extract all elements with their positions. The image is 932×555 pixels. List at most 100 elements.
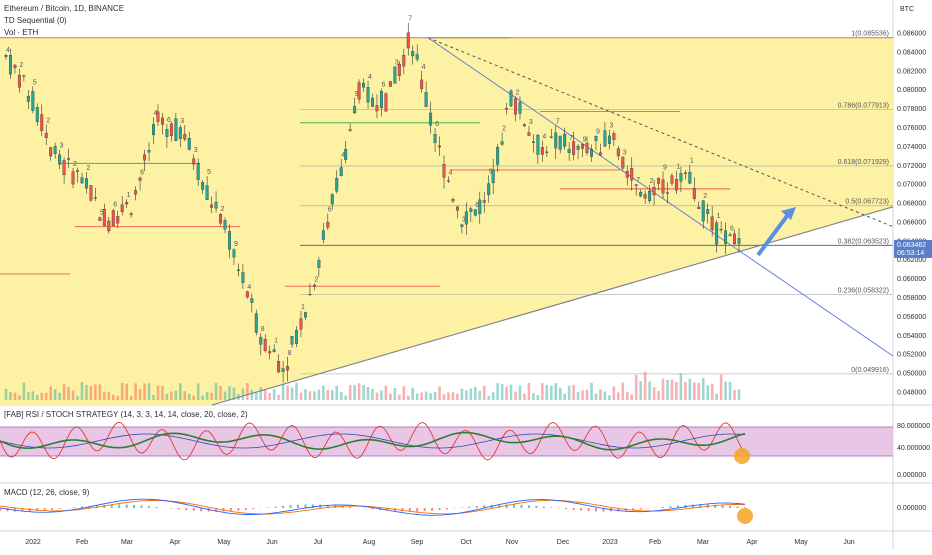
candle-body [18, 75, 21, 87]
macd-histogram-bar [468, 507, 470, 508]
macd-histogram-bar [155, 507, 157, 508]
macd-histogram-bar [580, 508, 582, 511]
fib-zone [0, 38, 893, 405]
candle-body [14, 65, 17, 68]
rsi-pane-title[interactable]: [FAB] RSI / STOCH STRATEGY (14, 3, 3, 14… [4, 410, 248, 419]
candle-body [54, 146, 57, 153]
candle-body [148, 150, 151, 152]
candle-body [407, 33, 410, 48]
volume-bar [179, 383, 182, 400]
macd-histogram-bar [364, 508, 366, 509]
volume-bar [255, 393, 258, 400]
volume-bar [434, 392, 437, 400]
macd-histogram-bar [535, 506, 537, 508]
volume-bar [474, 387, 477, 400]
volume-bar [94, 384, 97, 400]
td-count: 2 [314, 276, 318, 283]
candle-body [621, 157, 624, 168]
candle-body [183, 134, 186, 139]
candle-body [224, 220, 227, 229]
candle-body [537, 135, 540, 155]
volume-bar [295, 383, 298, 400]
time-tick: May [217, 539, 231, 546]
volume-bar [447, 392, 450, 400]
candle-body [483, 200, 486, 202]
volume-bar [273, 389, 276, 400]
macd-histogram-bar [267, 507, 269, 508]
macd-histogram-bar [543, 507, 545, 508]
volume-bar [407, 396, 410, 400]
candle-body [251, 299, 254, 303]
candle-body [331, 194, 334, 204]
candle-body [532, 142, 535, 143]
candle-body [662, 180, 665, 194]
volume-bar [188, 394, 191, 400]
macd-histogram-bar [729, 506, 731, 508]
volume-bar [644, 372, 647, 400]
volume-bar [425, 392, 428, 400]
volume-bar [210, 393, 213, 400]
candle-body [242, 272, 245, 282]
volume-bar [54, 389, 57, 400]
macd-histogram-bar [170, 508, 172, 509]
volume-bar [546, 385, 549, 400]
volume-bar [349, 385, 352, 400]
candle-body [443, 164, 446, 177]
candle-body [474, 210, 477, 216]
volume-bar [246, 383, 249, 400]
candle-body [107, 221, 110, 231]
candle-body [85, 178, 88, 188]
time-tick: Jul [314, 539, 323, 546]
volume-bar [617, 392, 620, 400]
td-count: 7 [636, 177, 640, 184]
td-count: 2 [221, 206, 225, 213]
td-count: 7 [556, 118, 560, 125]
macd-histogram-bar [573, 508, 575, 510]
macd-histogram-bar [521, 505, 523, 508]
macd-histogram-bar [141, 505, 143, 508]
candle-body [478, 200, 481, 214]
time-tick: Feb [649, 539, 661, 546]
volume-bar [680, 373, 683, 400]
volume-bar [201, 396, 204, 400]
candle-body [63, 160, 66, 174]
candle-body [197, 164, 200, 180]
td-sequential-legend[interactable]: TD Sequential (0) [4, 16, 67, 25]
candle-body [376, 105, 379, 111]
volume-bar [116, 396, 119, 400]
td-count: 4 [6, 47, 10, 54]
macd-histogram-bar [349, 507, 351, 508]
chart-canvas[interactable]: 1(0.085536)0.786(0.077913)0.618(0.071929… [0, 0, 932, 550]
volume-bar [327, 390, 330, 400]
volume-bar [206, 392, 209, 400]
volume-bar [322, 386, 325, 400]
price-tick: 0.058000 [897, 295, 926, 302]
volume-bar [170, 392, 173, 400]
candle-body [371, 98, 374, 106]
symbol-title[interactable]: Ethereum / Bitcoin, 1D, BINANCE [4, 4, 124, 13]
price-axis-unit: BTC [900, 6, 914, 13]
macd-histogram-bar [424, 508, 426, 511]
volume-legend[interactable]: Vol · ETH [4, 28, 38, 37]
td-count: 9 [583, 136, 587, 143]
chart-root: 1(0.085536)0.786(0.077913)0.618(0.071929… [0, 0, 932, 550]
candle-body [675, 179, 678, 190]
candle-body [514, 99, 517, 115]
candle-body [385, 94, 388, 112]
volume-bar [304, 389, 307, 400]
candle-body [76, 171, 79, 172]
macd-histogram-bar [59, 508, 61, 509]
volume-bar [452, 392, 455, 400]
volume-bar [693, 382, 696, 400]
rsi-tick: 0.000000 [897, 472, 926, 479]
macd-histogram-bar [431, 508, 433, 511]
volume-bar [635, 375, 638, 400]
price-tick: 0.068000 [897, 201, 926, 208]
candle-body [554, 133, 557, 148]
volume-bar [251, 390, 254, 400]
time-tick: Oct [461, 539, 472, 546]
fib-level-label: 0.5(0.067723) [845, 199, 889, 206]
volume-bar [277, 395, 280, 400]
volume-bar [470, 389, 473, 400]
macd-pane-title[interactable]: MACD (12, 26, close, 9) [4, 488, 89, 497]
